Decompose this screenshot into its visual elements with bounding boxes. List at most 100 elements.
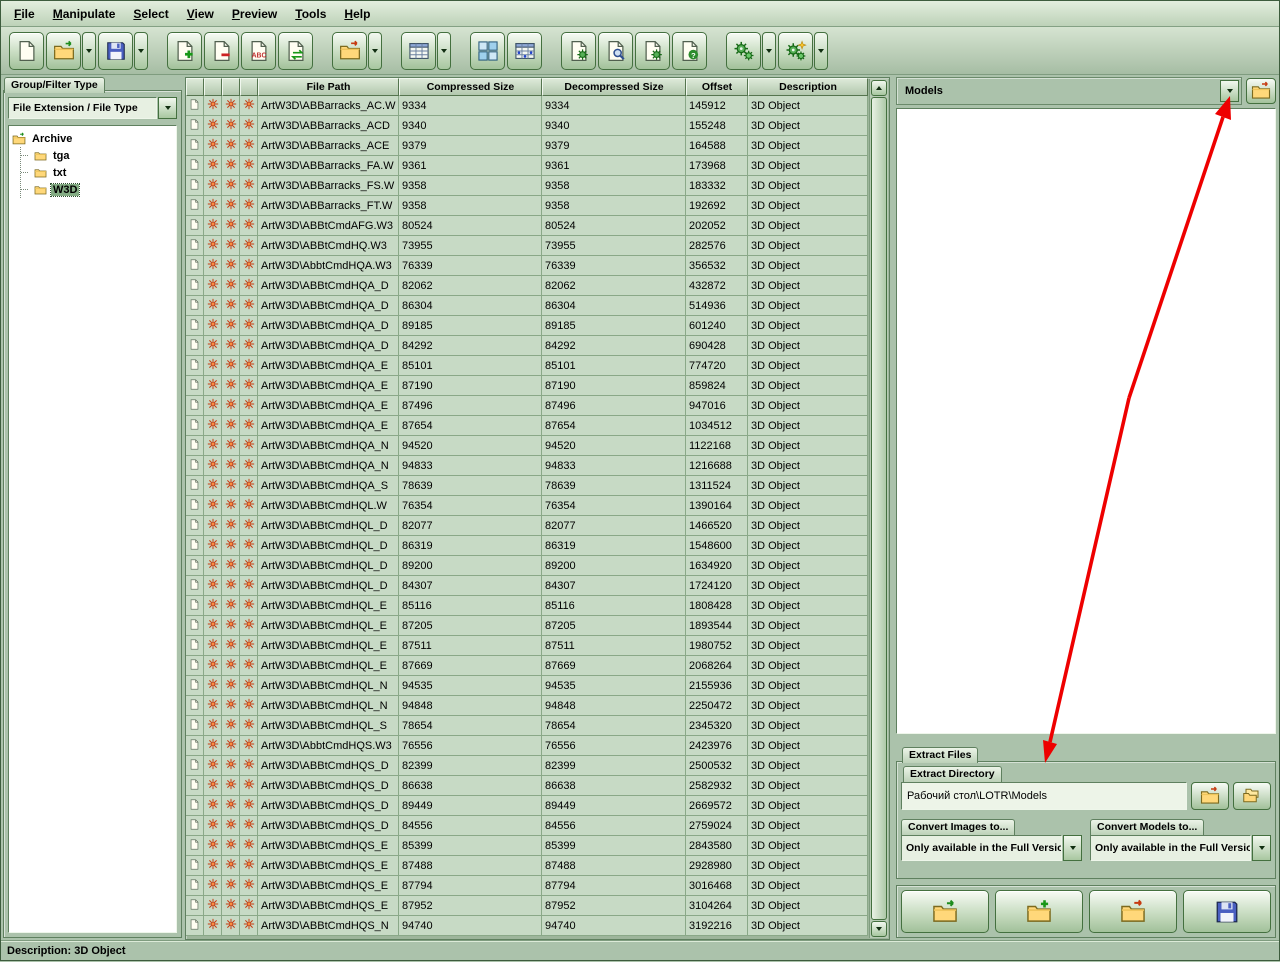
grid-view-button[interactable] bbox=[507, 31, 542, 70]
tools-options-button[interactable] bbox=[778, 31, 813, 70]
search-button[interactable] bbox=[598, 31, 633, 70]
table-row[interactable]: ArtW3D\ABBtCmdHQS_E 85399 85399 2843580 3D O… bbox=[186, 836, 868, 856]
browse-directory-button[interactable] bbox=[1233, 782, 1271, 810]
tree-node-txt[interactable]: txt bbox=[21, 164, 173, 181]
menu-manipulate[interactable]: Manipulate bbox=[44, 4, 125, 24]
help-file-button[interactable]: ? bbox=[672, 31, 707, 70]
table-row[interactable]: ArtW3D\ABBtCmdHQ.W3 73955 73955 282576 3D Ob… bbox=[186, 236, 868, 256]
add-file-button[interactable] bbox=[167, 31, 202, 70]
convert-models-combobox[interactable]: Only available in the Full Version bbox=[1090, 835, 1251, 861]
table-row[interactable]: ArtW3D\ABBtCmdHQS_E 87794 87794 3016468 3D O… bbox=[186, 876, 868, 896]
table-row[interactable]: ArtW3D\ABBtCmdHQS_N 94740 94740 3192216 3D O… bbox=[186, 916, 868, 936]
table-row[interactable]: ArtW3D\ABBarracks_ACD 9340 9340 155248 3D Ob… bbox=[186, 116, 868, 136]
extract-button[interactable] bbox=[332, 31, 367, 70]
table-row[interactable]: ArtW3D\ABBtCmdHQL_D 86319 86319 1548600 3D O… bbox=[186, 536, 868, 556]
table-row[interactable]: ArtW3D\ABBtCmdHQA_D 82062 82062 432872 3D Ob… bbox=[186, 276, 868, 296]
tree-node-w3d[interactable]: W3D bbox=[21, 181, 173, 198]
icon-column-header[interactable] bbox=[222, 78, 240, 96]
icon-column-header[interactable] bbox=[240, 78, 258, 96]
new-button[interactable] bbox=[9, 31, 44, 70]
extract-dropdown-arrow[interactable] bbox=[368, 31, 382, 70]
scrollbar-thumb[interactable] bbox=[871, 97, 887, 920]
menu-help[interactable]: Help bbox=[335, 4, 379, 24]
table-row[interactable]: ArtW3D\ABBtCmdHQA_N 94520 94520 1122168 3D O… bbox=[186, 436, 868, 456]
table-row[interactable]: ArtW3D\ABBtCmdHQL_N 94848 94848 2250472 3D O… bbox=[186, 696, 868, 716]
table-row[interactable]: ArtW3D\AbbtCmdHQS.W3 76556 76556 2423976 3D … bbox=[186, 736, 868, 756]
table-row[interactable]: ArtW3D\ABBtCmdHQL_E 87669 87669 2068264 3D O… bbox=[186, 656, 868, 676]
rename-file-button[interactable]: ABC bbox=[241, 31, 276, 70]
table-row[interactable]: ArtW3D\ABBtCmdHQS_E 87952 87952 3104264 3D O… bbox=[186, 896, 868, 916]
table-row[interactable]: ArtW3D\ABBarracks_FA.W 9361 9361 173968 3D O… bbox=[186, 156, 868, 176]
models-folder-button[interactable] bbox=[1246, 78, 1276, 104]
menu-select[interactable]: Select bbox=[124, 4, 177, 24]
table-row[interactable]: ArtW3D\ABBtCmdHQL_E 87205 87205 1893544 3D O… bbox=[186, 616, 868, 636]
filter-type-combobox[interactable]: File Extension / File Type bbox=[8, 97, 157, 119]
open-archive-button[interactable] bbox=[901, 890, 989, 933]
open-dropdown-arrow[interactable] bbox=[82, 31, 96, 70]
table-row[interactable]: ArtW3D\ABBtCmdHQS_E 87488 87488 2928980 3D O… bbox=[186, 856, 868, 876]
table-row[interactable]: ArtW3D\ABBtCmdHQS_D 86638 86638 2582932 3D O… bbox=[186, 776, 868, 796]
menu-file[interactable]: File bbox=[5, 4, 44, 24]
table-row[interactable]: ArtW3D\ABBtCmdHQL_S 78654 78654 2345320 3D O… bbox=[186, 716, 868, 736]
settings-dropdown-arrow[interactable] bbox=[762, 31, 776, 70]
table-row[interactable]: ArtW3D\ABBtCmdHQA_N 94833 94833 1216688 3D O… bbox=[186, 456, 868, 476]
models-dropdown-arrow[interactable] bbox=[1220, 80, 1239, 102]
extract-to-directory-button[interactable] bbox=[1191, 782, 1229, 810]
icon-column-header[interactable] bbox=[204, 78, 222, 96]
table-row[interactable]: ArtW3D\ABBtCmdHQA_D 84292 84292 690428 3D Ob… bbox=[186, 336, 868, 356]
scroll-down-button[interactable] bbox=[871, 921, 887, 937]
save-dropdown-arrow[interactable] bbox=[134, 31, 148, 70]
table-row[interactable]: ArtW3D\ABBarracks_AC.W 9334 9334 145912 3D O… bbox=[186, 96, 868, 116]
column-header-file-path[interactable]: File Path bbox=[258, 78, 399, 96]
convert-images-dropdown-arrow[interactable] bbox=[1063, 835, 1082, 861]
scroll-up-button[interactable] bbox=[871, 80, 887, 96]
run-script-button[interactable] bbox=[561, 31, 596, 70]
table-row[interactable]: ArtW3D\ABBtCmdHQL_N 94535 94535 2155936 3D O… bbox=[186, 676, 868, 696]
column-header-description[interactable]: Description bbox=[748, 78, 868, 96]
menu-preview[interactable]: Preview bbox=[223, 4, 286, 24]
table-row[interactable]: ArtW3D\ABBtCmdHQL_D 82077 82077 1466520 3D O… bbox=[186, 516, 868, 536]
tile-view-button[interactable] bbox=[470, 31, 505, 70]
list-view-dropdown-arrow[interactable] bbox=[437, 31, 451, 70]
column-header-decompressed-size[interactable]: Decompressed Size bbox=[542, 78, 686, 96]
list-view-button[interactable] bbox=[401, 31, 436, 70]
tree-node-archive[interactable]: Archive bbox=[12, 130, 173, 147]
table-row[interactable]: ArtW3D\ABBtCmdHQS_D 89449 89449 2669572 3D O… bbox=[186, 796, 868, 816]
filter-type-dropdown-arrow[interactable] bbox=[158, 97, 177, 119]
menu-view[interactable]: View bbox=[178, 4, 223, 24]
extract-directory-input[interactable]: Рабочий стол\LOTR\Models bbox=[901, 782, 1187, 810]
table-row[interactable]: ArtW3D\ABBtCmdHQA_E 87496 87496 947016 3D Ob… bbox=[186, 396, 868, 416]
table-row[interactable]: ArtW3D\ABBtCmdAFG.W3 80524 80524 202052 3D O… bbox=[186, 216, 868, 236]
group-filter-tab[interactable]: Group/Filter Type bbox=[4, 77, 105, 93]
table-row[interactable]: ArtW3D\ABBarracks_FS.W 9358 9358 183332 3D O… bbox=[186, 176, 868, 196]
settings-button[interactable] bbox=[726, 31, 761, 70]
table-row[interactable]: ArtW3D\AbbtCmdHQA.W3 76339 76339 356532 3D O… bbox=[186, 256, 868, 276]
save-button[interactable] bbox=[98, 31, 133, 70]
table-row[interactable]: ArtW3D\ABBarracks_ACE 9379 9379 164588 3D Ob… bbox=[186, 136, 868, 156]
column-header-compressed-size[interactable]: Compressed Size bbox=[399, 78, 542, 96]
extract-archive-button[interactable] bbox=[1089, 890, 1177, 933]
add-to-archive-button[interactable] bbox=[995, 890, 1083, 933]
table-row[interactable]: ArtW3D\ABBtCmdHQL_E 87511 87511 1980752 3D O… bbox=[186, 636, 868, 656]
table-row[interactable]: ArtW3D\ABBtCmdHQS_D 82399 82399 2500532 3D O… bbox=[186, 756, 868, 776]
models-list-area[interactable] bbox=[896, 108, 1276, 734]
menu-tools[interactable]: Tools bbox=[286, 4, 335, 24]
table-row[interactable]: ArtW3D\ABBtCmdHQA_E 87190 87190 859824 3D Ob… bbox=[186, 376, 868, 396]
save-archive-button[interactable] bbox=[1183, 890, 1271, 933]
table-row[interactable]: ArtW3D\ABBtCmdHQA_D 89185 89185 601240 3D Ob… bbox=[186, 316, 868, 336]
table-row[interactable]: ArtW3D\ABBtCmdHQL.W 76354 76354 1390164 3D O… bbox=[186, 496, 868, 516]
column-header-offset[interactable]: Offset bbox=[686, 78, 748, 96]
replace-file-button[interactable] bbox=[278, 31, 313, 70]
table-row[interactable]: ArtW3D\ABBtCmdHQL_D 84307 84307 1724120 3D O… bbox=[186, 576, 868, 596]
models-combobox[interactable]: Models bbox=[896, 77, 1242, 105]
table-row[interactable]: ArtW3D\ABBarracks_FT.W 9358 9358 192692 3D O… bbox=[186, 196, 868, 216]
convert-models-dropdown-arrow[interactable] bbox=[1252, 835, 1271, 861]
delete-file-button[interactable] bbox=[204, 31, 239, 70]
table-row[interactable]: ArtW3D\ABBtCmdHQL_E 85116 85116 1808428 3D O… bbox=[186, 596, 868, 616]
table-row[interactable]: ArtW3D\ABBtCmdHQS_D 84556 84556 2759024 3D O… bbox=[186, 816, 868, 836]
table-row[interactable]: ArtW3D\ABBtCmdHQL_D 89200 89200 1634920 3D O… bbox=[186, 556, 868, 576]
table-row[interactable]: ArtW3D\ABBtCmdHQA_E 87654 87654 1034512 3D O… bbox=[186, 416, 868, 436]
icon-column-header[interactable] bbox=[186, 78, 204, 96]
table-row[interactable]: ArtW3D\ABBtCmdHQA_D 86304 86304 514936 3D Ob… bbox=[186, 296, 868, 316]
convert-images-combobox[interactable]: Only available in the Full Version bbox=[901, 835, 1062, 861]
